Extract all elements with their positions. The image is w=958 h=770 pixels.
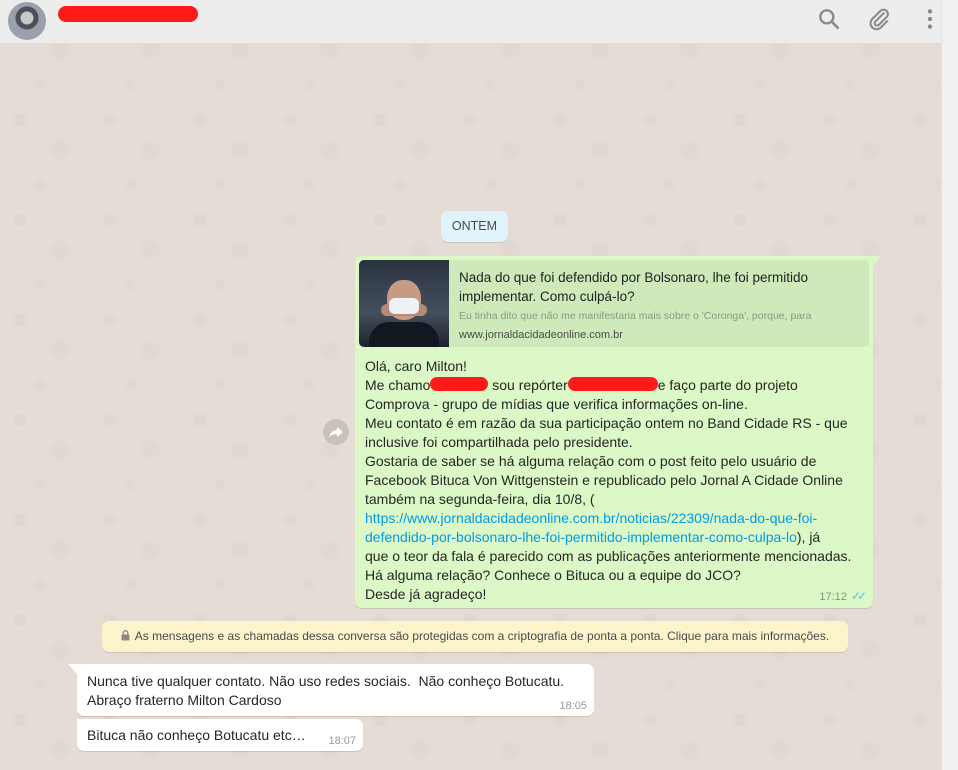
link-preview-title: Nada do que foi defendido por Bolsonaro,… <box>459 270 808 304</box>
contact-name-redaction[interactable] <box>58 6 198 22</box>
outgoing-message-text: Olá, caro Milton! Me chamo sou repórter e … <box>365 358 852 602</box>
article-link-cont[interactable]: defendido-por-bolsonaro-lhe-foi-permitid… <box>365 529 797 545</box>
chat-window: ONTEM Nada do que foi defendido por Bols… <box>0 0 958 770</box>
lock-icon <box>121 630 130 641</box>
outlet-redaction <box>567 377 658 391</box>
incoming-time: 18:07 <box>328 735 356 747</box>
menu-icon[interactable] <box>917 6 943 32</box>
outgoing-time: 17:12 <box>819 591 847 603</box>
name-redaction <box>430 377 489 391</box>
incoming-bubble-tail <box>68 664 77 674</box>
outgoing-bubble-tail <box>873 256 882 266</box>
chat-header <box>0 0 942 44</box>
link-preview-description: Eu tinha dito que não me manifestaria ma… <box>459 310 812 322</box>
incoming-time: 18:05 <box>559 700 587 712</box>
article-link[interactable]: https://www.jornaldacidadeonline.com.br/… <box>365 510 817 526</box>
read-ticks-icon: ✓✓ <box>850 589 867 603</box>
link-preview[interactable]: Nada do que foi defendido por Bolsonaro,… <box>359 260 869 347</box>
incoming-message[interactable]: Nunca tive qualquer contato. Não uso red… <box>77 664 594 716</box>
forward-icon <box>329 427 343 438</box>
outgoing-meta: 17:12 ✓✓ <box>819 589 867 603</box>
incoming-message-text: Nunca tive qualquer contato. Não uso red… <box>87 673 565 708</box>
incoming-message-text: Bituca não conheço Botucatu etc… <box>87 727 306 743</box>
forward-button[interactable] <box>323 419 349 445</box>
link-preview-thumbnail <box>359 260 449 347</box>
scrollbar[interactable] <box>941 0 958 770</box>
link-preview-domain: www.jornaldacidadeonline.com.br <box>459 329 623 341</box>
contact-avatar[interactable] <box>8 2 46 40</box>
attach-icon[interactable] <box>866 6 892 32</box>
incoming-message[interactable]: Bituca não conheço Botucatu etc… 18:07 <box>77 719 363 751</box>
search-icon[interactable] <box>816 6 842 32</box>
date-divider: ONTEM <box>441 211 508 242</box>
encryption-notice[interactable]: As mensagens e as chamadas dessa convers… <box>102 621 848 652</box>
encryption-notice-text: As mensagens e as chamadas dessa convers… <box>134 629 830 643</box>
outgoing-message[interactable]: Nada do que foi defendido por Bolsonaro,… <box>355 256 873 608</box>
